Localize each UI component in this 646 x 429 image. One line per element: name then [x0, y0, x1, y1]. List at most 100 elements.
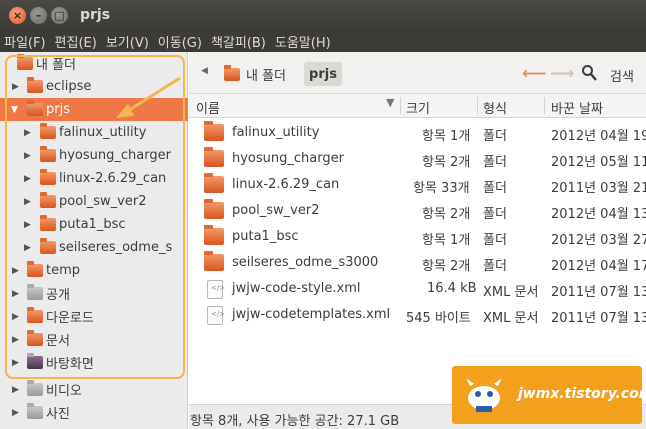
sidebar-item-public[interactable]: ▶ 공개	[0, 282, 188, 305]
menu-edit[interactable]: 편집(E)	[55, 32, 97, 51]
sidebar-item-pictures[interactable]: ▶ 사진	[0, 401, 188, 424]
menu-file[interactable]: 파일(F)	[4, 32, 46, 51]
folder-icon	[40, 192, 56, 208]
column-name-header[interactable]: 이름	[196, 98, 220, 117]
file-row[interactable]: falinux_utility 항목 1개 폴더 2012년 04월 19	[189, 120, 646, 146]
documents-folder-icon	[27, 330, 43, 346]
column-type-header[interactable]: 형식	[483, 98, 507, 117]
path-scroll-left-icon[interactable]: ◀	[201, 66, 208, 76]
folder-icon	[204, 225, 224, 245]
column-modified-header[interactable]: 바꾼 날짜	[551, 98, 603, 117]
sidebar-item-label: seilseres_odme_s	[59, 240, 173, 255]
file-name: pool_sw_ver2	[232, 203, 320, 218]
file-row[interactable]: linux-2.6.29_can 항목 33개 폴더 2011년 03월 21	[189, 172, 646, 198]
breadcrumb-current[interactable]: prjs	[304, 62, 342, 86]
folder-icon	[204, 251, 224, 271]
expander-icon[interactable]: ▼	[11, 105, 18, 115]
expander-icon[interactable]: ▶	[12, 408, 19, 418]
maximize-window-button[interactable]: □	[51, 6, 68, 24]
sidebar-item-temp[interactable]: ▶ temp	[0, 259, 188, 282]
file-size: 항목 2개	[422, 259, 471, 274]
path-toolbar: ◀ 내 폴더 prjs ⟵ ⟶ 검색	[189, 52, 646, 94]
expander-icon[interactable]: ▶	[12, 266, 19, 276]
expander-icon[interactable]: ▶	[24, 128, 31, 138]
file-name: linux-2.6.29_can	[232, 177, 340, 192]
xml-file-icon	[207, 280, 225, 299]
videos-folder-icon	[27, 380, 43, 396]
file-row[interactable]: seilseres_odme_s3000 항목 2개 폴더 2012년 04월 …	[189, 250, 646, 276]
sidebar-item-pool-sw-ver2[interactable]: ▶ pool_sw_ver2	[0, 190, 188, 213]
public-folder-icon	[27, 284, 43, 300]
sidebar-item-downloads[interactable]: ▶ 다운로드	[0, 305, 188, 328]
sidebar-item-label: linux-2.6.29_can	[59, 171, 167, 186]
file-list: falinux_utility 항목 1개 폴더 2012년 04월 19 hy…	[189, 118, 646, 404]
file-row[interactable]: jwjw-code-style.xml 16.4 kB XML 문서 2011년…	[189, 276, 646, 302]
file-row[interactable]: pool_sw_ver2 항목 2개 폴더 2012년 04월 13	[189, 198, 646, 224]
expander-icon[interactable]: ▶	[12, 312, 19, 322]
search-icon[interactable]	[581, 64, 597, 82]
expander-icon[interactable]: ▶	[24, 174, 31, 184]
sidebar-item-linux-can[interactable]: ▶ linux-2.6.29_can	[0, 167, 188, 190]
sidebar-item-hyosung-charger[interactable]: ▶ hyosung_charger	[0, 144, 188, 167]
minimize-window-button[interactable]: –	[30, 6, 47, 24]
file-row[interactable]: puta1_bsc 항목 1개 폴더 2012년 03월 27	[189, 224, 646, 250]
file-size: 항목 2개	[422, 155, 471, 170]
sidebar-item-label: 문서	[46, 334, 70, 349]
home-folder-icon	[17, 54, 33, 70]
menu-bar: 파일(F) 편집(E) 보기(V) 이동(G) 책갈피(B) 도움말(H)	[0, 30, 646, 52]
back-arrow-icon[interactable]: ⟵	[522, 64, 546, 84]
sidebar-item-seilseres[interactable]: ▶ seilseres_odme_s	[0, 236, 188, 259]
file-name: jwjw-code-style.xml	[232, 281, 361, 296]
sidebar-item-puta1-bsc[interactable]: ▶ puta1_bsc	[0, 213, 188, 236]
forward-arrow-icon[interactable]: ⟶	[550, 64, 574, 84]
sidebar-item-label: hyosung_charger	[59, 148, 171, 163]
expander-icon[interactable]: ▶	[24, 151, 31, 161]
file-row[interactable]: hyosung_charger 항목 2개 폴더 2012년 05월 11	[189, 146, 646, 172]
sidebar-item-desktop[interactable]: ▶ 바탕화면	[0, 351, 188, 374]
menu-view[interactable]: 보기(V)	[106, 32, 149, 51]
close-window-button[interactable]: ×	[9, 6, 26, 24]
expander-icon[interactable]: ▶	[12, 335, 19, 345]
expander-icon[interactable]: ▶	[24, 220, 31, 230]
folder-icon	[204, 147, 224, 167]
menu-help[interactable]: 도움말(H)	[275, 32, 331, 51]
menu-bookmarks[interactable]: 책갈피(B)	[211, 32, 266, 51]
expander-icon[interactable]: ▶	[12, 289, 19, 299]
expander-icon[interactable]: ▶	[24, 243, 31, 253]
window-title: prjs	[80, 7, 111, 23]
status-text: 항목 8개, 사용 가능한 공간: 27.1 GB	[190, 414, 400, 429]
folder-icon	[27, 77, 43, 93]
folder-icon	[40, 146, 56, 162]
sidebar-item-label: 다운로드	[46, 311, 94, 326]
expander-icon[interactable]: ▶	[12, 385, 19, 395]
sidebar-item-label: prjs	[46, 102, 70, 117]
folder-icon	[204, 199, 224, 219]
search-label[interactable]: 검색	[610, 66, 634, 85]
menu-go[interactable]: 이동(G)	[158, 32, 202, 51]
sidebar-item-eclipse[interactable]: ▶ eclipse	[0, 75, 188, 98]
file-row[interactable]: jwjw-codetemplates.xml 545 바이트 XML 문서 20…	[189, 302, 646, 328]
sidebar-item-documents[interactable]: ▶ 문서	[0, 328, 188, 351]
file-size: 16.4 kB	[427, 281, 477, 296]
file-modified: 2011년 07월 13	[551, 285, 646, 300]
folder-icon	[40, 215, 56, 231]
column-size-header[interactable]: 크기	[406, 98, 430, 117]
file-modified: 2012년 05월 11	[551, 155, 646, 170]
file-type: 폴더	[483, 155, 507, 170]
file-name: jwjw-codetemplates.xml	[232, 307, 391, 322]
sidebar-item-label: 바탕화면	[46, 357, 94, 372]
home-folder-icon	[224, 64, 240, 81]
sidebar-item-home[interactable]: 내 폴더	[0, 52, 188, 75]
expander-icon[interactable]: ▶	[24, 197, 31, 207]
sidebar-item-videos[interactable]: ▶ 비디오	[0, 378, 188, 401]
file-type: 폴더	[483, 207, 507, 222]
breadcrumb-home[interactable]: 내 폴더	[224, 62, 286, 86]
file-name: falinux_utility	[232, 125, 320, 140]
expander-icon[interactable]: ▶	[12, 82, 19, 92]
folder-icon	[40, 238, 56, 254]
sidebar-item-prjs[interactable]: ▼ prjs	[0, 98, 188, 121]
file-name: puta1_bsc	[232, 229, 299, 244]
expander-icon[interactable]: ▶	[12, 358, 19, 368]
sidebar-item-label: falinux_utility	[59, 125, 147, 140]
sidebar-item-falinux-utility[interactable]: ▶ falinux_utility	[0, 121, 188, 144]
